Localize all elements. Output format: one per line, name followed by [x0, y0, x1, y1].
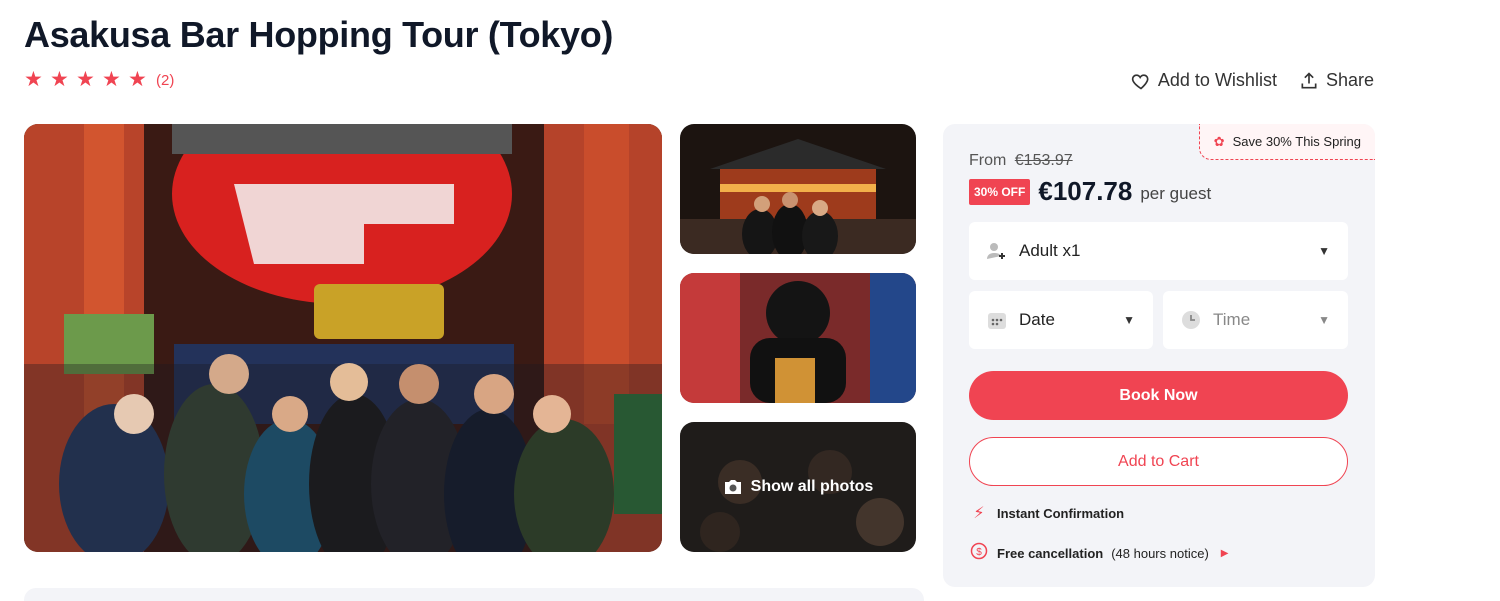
star-icon: ★ — [102, 68, 121, 91]
current-price: €107.78 — [1038, 176, 1133, 206]
chevron-down-icon: ▼ — [1318, 313, 1330, 327]
star-icon: ★ — [24, 68, 43, 91]
from-label: From — [969, 152, 1007, 169]
rating: ★ ★ ★ ★ ★ (2) — [24, 68, 174, 91]
gallery-thumbnail[interactable] — [680, 273, 916, 403]
star-icon: ★ — [50, 68, 69, 91]
wishlist-button[interactable]: Add to Wishlist — [1131, 70, 1277, 91]
from-price: From €153.97 — [969, 152, 1073, 170]
instant-confirmation: ⚡ Instant Confirmation — [969, 503, 1124, 523]
per-guest-label: per guest — [1140, 183, 1212, 203]
show-all-photos-label: Show all photos — [750, 478, 874, 495]
chevron-right-icon: ▶ — [1220, 548, 1229, 559]
share-label: Share — [1325, 70, 1374, 90]
time-select[interactable]: Time ▼ — [1163, 291, 1348, 349]
chevron-down-icon: ▼ — [1123, 313, 1135, 327]
svg-text:$: $ — [976, 547, 982, 558]
add-to-cart-button[interactable]: Add to Cart — [969, 437, 1348, 486]
promo-label: Save 30% This Spring — [1232, 134, 1361, 149]
date-select[interactable]: Date ▼ — [969, 291, 1153, 349]
top-actions: Add to Wishlist Share — [1131, 70, 1374, 91]
heart-icon — [1131, 73, 1149, 90]
date-value: Date — [1019, 310, 1055, 329]
guests-value: Adult x1 — [1019, 241, 1081, 260]
guests-select[interactable]: Adult x1 ▼ — [969, 222, 1348, 280]
book-now-button[interactable]: Book Now — [969, 371, 1348, 420]
clock-icon — [1179, 308, 1203, 332]
free-cancellation-label: Free cancellation — [997, 546, 1104, 561]
guest-add-icon — [985, 239, 1009, 263]
chevron-down-icon: ▼ — [1318, 244, 1330, 258]
star-icon: ★ — [128, 68, 147, 91]
original-price: €153.97 — [1014, 152, 1073, 169]
page-title: Asakusa Bar Hopping Tour (Tokyo) — [24, 14, 614, 55]
refund-icon: $ — [969, 542, 989, 565]
free-cancellation[interactable]: $ Free cancellation (48 hours notice) ▶ — [969, 542, 1228, 565]
calendar-icon — [985, 308, 1009, 332]
camera-icon — [724, 480, 741, 494]
time-value: Time — [1213, 310, 1251, 329]
lightning-icon: ⚡ — [973, 505, 985, 522]
promo-badge: ✿ Save 30% This Spring — [1198, 124, 1375, 160]
star-icon: ★ — [76, 68, 95, 91]
gallery-main-photo[interactable] — [24, 124, 662, 552]
gallery-thumbnail[interactable] — [680, 124, 916, 254]
show-all-photos-tile[interactable]: Show all photos — [680, 422, 916, 552]
booking-panel: ✿ Save 30% This Spring From €153.97 30% … — [943, 124, 1375, 587]
discount-badge: 30% OFF — [969, 178, 1031, 205]
share-button[interactable]: Share — [1299, 70, 1374, 91]
show-all-photos-button[interactable]: Show all photos — [680, 422, 916, 552]
details-section-card — [24, 588, 924, 601]
share-icon — [1301, 71, 1317, 88]
instant-confirmation-label: Instant Confirmation — [997, 505, 1125, 521]
rating-count[interactable]: (2) — [156, 72, 174, 89]
cancellation-note: (48 hours notice) — [1111, 546, 1209, 561]
wishlist-label: Add to Wishlist — [1157, 70, 1277, 90]
price-row: 30% OFF €107.78 per guest — [969, 176, 1211, 207]
group-photo-image — [24, 124, 662, 552]
bartender-photo-image — [680, 273, 916, 403]
temple-photo-image — [680, 124, 916, 254]
flower-icon: ✿ — [1213, 133, 1225, 149]
